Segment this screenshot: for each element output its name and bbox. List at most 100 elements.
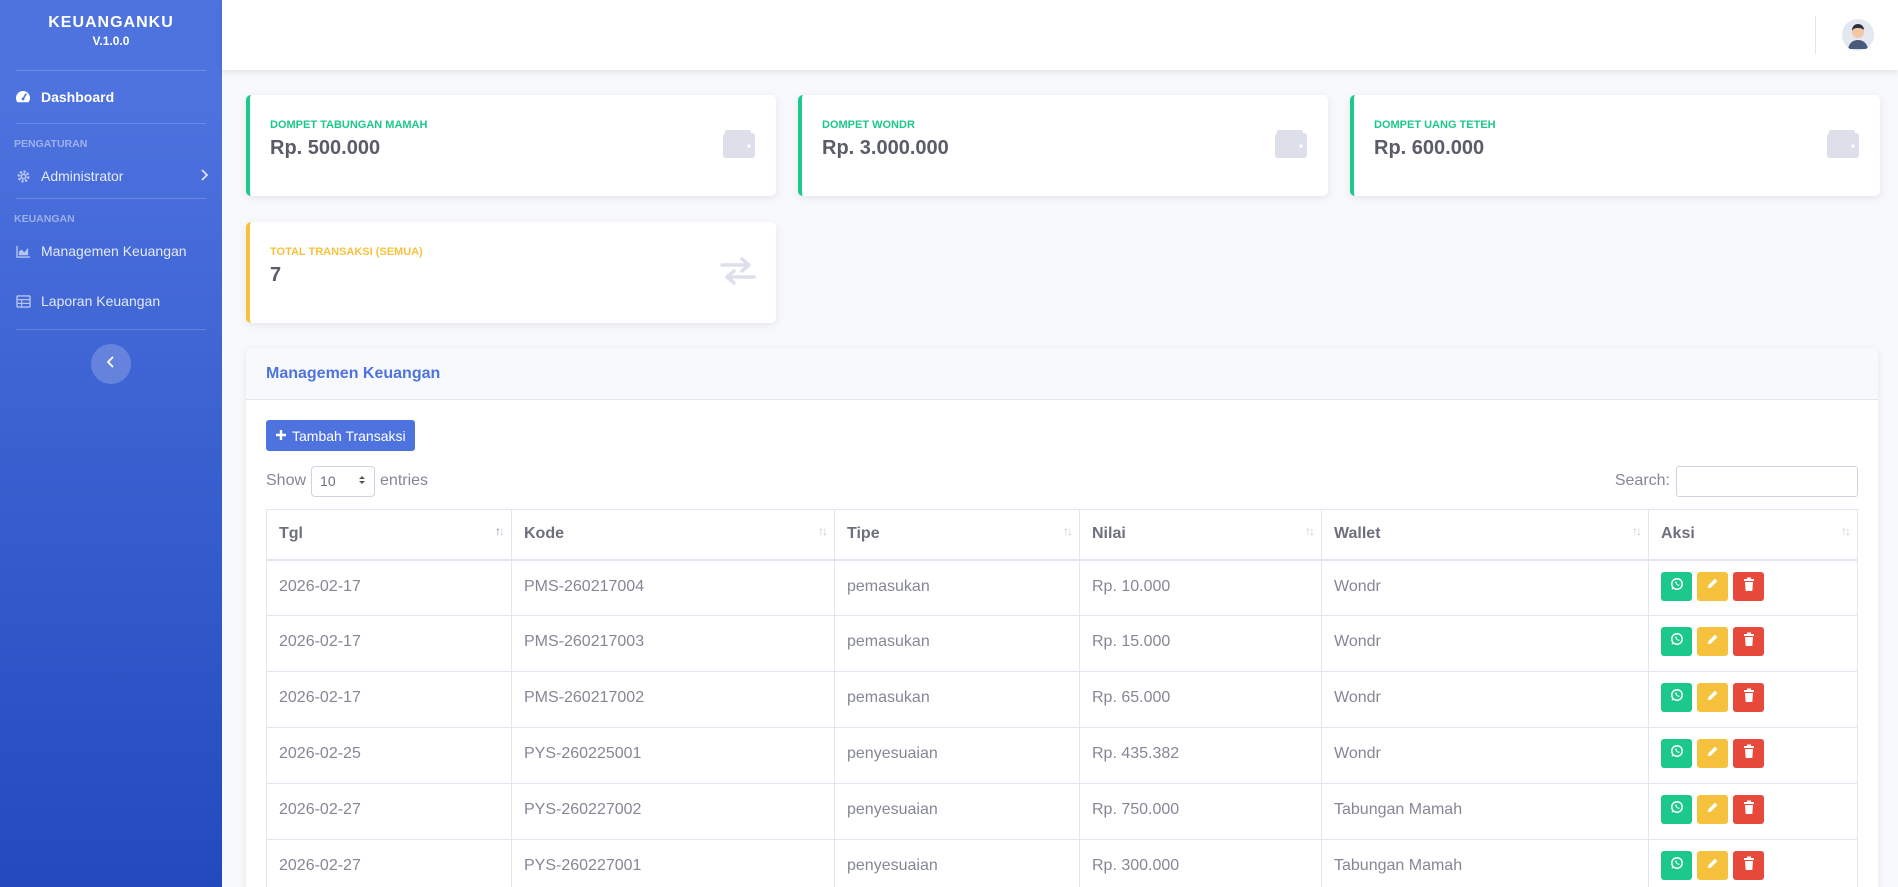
cell-aksi <box>1648 727 1858 784</box>
stat-value: Rp. 600.000 <box>1374 137 1485 159</box>
whatsapp-button[interactable] <box>1661 627 1692 656</box>
cell-aksi <box>1648 671 1858 728</box>
exchange-icon <box>720 256 756 291</box>
sidebar-item-dashboard[interactable]: Dashboard <box>0 71 222 123</box>
cell-wallet: Wondr <box>1321 559 1649 616</box>
card-title: Managemen Keuangan <box>246 348 1878 400</box>
pencil-icon <box>1706 857 1719 875</box>
search-control: Search: <box>1615 465 1858 497</box>
pencil-icon <box>1706 633 1719 651</box>
cell-tgl: 2026-02-25 <box>266 727 512 784</box>
managemen-keuangan-card: Managemen Keuangan Tambah Transaksi Show… <box>246 348 1878 887</box>
stat-value: Rp. 500.000 <box>270 137 381 159</box>
sidebar-item-administrator[interactable]: Administrator <box>0 154 222 198</box>
sort-icon: ↑↓ <box>1632 524 1642 538</box>
cell-kode: PYS-260227001 <box>511 839 835 887</box>
user-avatar[interactable] <box>1842 19 1874 51</box>
cell-tgl: 2026-02-17 <box>266 559 512 616</box>
table-controls: Show 10 entries Search: <box>266 465 1858 497</box>
sort-icon: ↑↓ <box>1841 524 1851 538</box>
chart-area-icon <box>14 242 32 260</box>
whatsapp-button[interactable] <box>1661 683 1692 712</box>
sidebar-divider <box>16 329 206 330</box>
column-header-wallet[interactable]: Wallet ↑↓ <box>1321 509 1649 561</box>
cell-tipe: pemasukan <box>834 559 1080 616</box>
add-transaction-button[interactable]: Tambah Transaksi <box>266 420 415 451</box>
whatsapp-icon <box>1670 800 1684 819</box>
whatsapp-button[interactable] <box>1661 571 1692 601</box>
table-row: 2026-02-27 PYS-260227001 penyesuaian Rp. 30… <box>266 839 1858 887</box>
table-header-row: Tgl ↑↓ Kode ↑↓ Tipe ↑↓ Nilai ↑↓ Wallet ↑… <box>266 509 1858 561</box>
cell-aksi <box>1648 839 1858 887</box>
sidebar-item-managemen-keuangan[interactable]: Managemen Keuangan <box>0 229 222 273</box>
sort-icon: ↑↓ <box>818 524 828 538</box>
cell-aksi <box>1648 615 1858 672</box>
cell-wallet: Wondr <box>1321 671 1649 728</box>
cell-wallet: Tabungan Mamah <box>1321 783 1649 840</box>
stat-value: 7 <box>270 264 282 286</box>
edit-button[interactable] <box>1697 627 1728 656</box>
stat-card-uang-teteh: DOMPET UANG TETEH Rp. 600.000 <box>1350 95 1880 196</box>
column-header-tgl[interactable]: Tgl ↑↓ <box>266 509 512 561</box>
chevron-right-icon <box>200 168 209 184</box>
edit-button[interactable] <box>1697 739 1728 768</box>
whatsapp-button[interactable] <box>1661 739 1692 768</box>
wallet-icon <box>722 129 756 164</box>
cell-kode: PYS-260227002 <box>511 783 835 840</box>
cell-wallet: Wondr <box>1321 615 1649 672</box>
whatsapp-icon <box>1670 632 1684 651</box>
trash-icon <box>1743 577 1755 596</box>
table-row: 2026-02-25 PYS-260225001 penyesuaian Rp. 43… <box>266 727 1858 784</box>
sidebar-item-label: Administrator <box>41 168 124 184</box>
cell-tipe: pemasukan <box>834 671 1080 728</box>
cell-kode: PMS-260217002 <box>511 671 835 728</box>
cell-tgl: 2026-02-17 <box>266 671 512 728</box>
sidebar-toggle-button[interactable] <box>91 344 131 384</box>
sort-asc-icon: ↑↓ <box>495 524 505 538</box>
cell-tgl: 2026-02-17 <box>266 615 512 672</box>
column-header-kode[interactable]: Kode ↑↓ <box>511 509 835 561</box>
edit-button[interactable] <box>1697 571 1728 601</box>
gear-icon <box>14 167 32 185</box>
cell-nilai: Rp. 65.000 <box>1079 671 1322 728</box>
column-header-aksi[interactable]: Aksi ↑↓ <box>1648 509 1858 561</box>
cell-wallet: Tabungan Mamah <box>1321 839 1649 887</box>
column-label: Tgl <box>279 525 303 543</box>
stat-label: DOMPET TABUNGAN MAMAH <box>270 119 428 131</box>
delete-button[interactable] <box>1733 571 1764 601</box>
edit-button[interactable] <box>1697 851 1728 880</box>
pencil-icon <box>1706 689 1719 707</box>
whatsapp-button[interactable] <box>1661 851 1692 880</box>
add-transaction-label: Tambah Transaksi <box>292 427 406 444</box>
delete-button[interactable] <box>1733 851 1764 880</box>
cell-tipe: penyesuaian <box>834 783 1080 840</box>
entries-select[interactable]: 10 <box>311 465 376 497</box>
delete-button[interactable] <box>1733 627 1764 656</box>
pencil-icon <box>1706 801 1719 819</box>
column-header-nilai[interactable]: Nilai ↑↓ <box>1079 509 1322 561</box>
edit-button[interactable] <box>1697 795 1728 824</box>
delete-button[interactable] <box>1733 739 1764 768</box>
cell-tipe: pemasukan <box>834 615 1080 672</box>
trash-icon <box>1743 744 1755 763</box>
stat-card-total-transaksi: TOTAL TRANSAKSI (SEMUA) 7 <box>246 222 776 323</box>
trash-icon <box>1743 688 1755 707</box>
column-label: Aksi <box>1661 525 1695 543</box>
search-input[interactable] <box>1676 465 1858 497</box>
cell-kode: PMS-260217004 <box>511 559 835 616</box>
chevron-left-icon <box>106 355 115 373</box>
brand[interactable]: KEUANGANKU V.1.0.0 <box>0 0 222 70</box>
brand-title: KEUANGANKU <box>48 14 174 31</box>
sidebar-item-label: Laporan Keuangan <box>41 293 161 309</box>
delete-button[interactable] <box>1733 683 1764 712</box>
column-header-tipe[interactable]: Tipe ↑↓ <box>834 509 1080 561</box>
cell-nilai: Rp. 10.000 <box>1079 559 1322 616</box>
whatsapp-button[interactable] <box>1661 795 1692 824</box>
edit-button[interactable] <box>1697 683 1728 712</box>
sidebar-item-label: Managemen Keuangan <box>41 243 187 259</box>
sidebar-item-laporan-keuangan[interactable]: Laporan Keuangan <box>0 273 222 329</box>
delete-button[interactable] <box>1733 795 1764 824</box>
select-arrows-icon <box>358 473 366 489</box>
trash-icon <box>1743 800 1755 819</box>
tachometer-icon <box>14 88 32 106</box>
